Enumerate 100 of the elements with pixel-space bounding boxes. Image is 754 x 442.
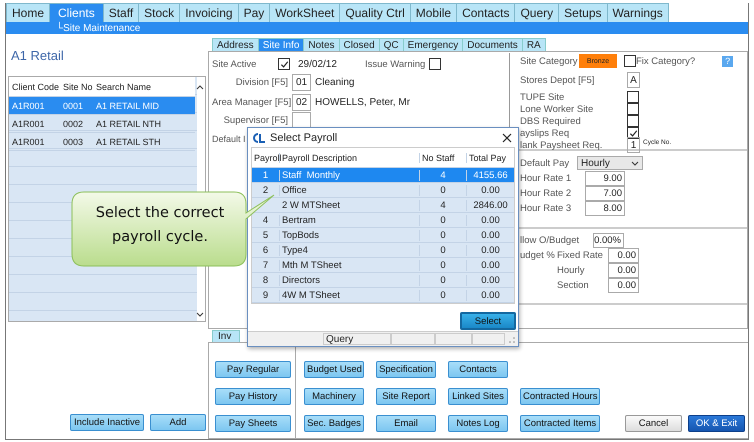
- number-field[interactable]: 0.00: [608, 263, 639, 278]
- column-header: Site No: [62, 82, 93, 92]
- button[interactable]: Email: [376, 415, 436, 432]
- button[interactable]: Contracted Items: [520, 415, 600, 432]
- column-header: Total Pay: [468, 152, 508, 162]
- number-field[interactable]: 0.00: [608, 278, 639, 293]
- button[interactable]: OK & Exit: [688, 415, 745, 432]
- button[interactable]: Pay Regular: [215, 361, 291, 378]
- field-label: Hourly: [557, 265, 586, 276]
- table-row[interactable]: 4 Bertram 0 0.00: [252, 213, 514, 228]
- button[interactable]: Budget Used: [304, 361, 364, 378]
- scroll-up-icon[interactable]: [196, 85, 204, 90]
- button[interactable]: Pay Sheets: [215, 415, 291, 432]
- menu-tab[interactable]: WorkSheet: [269, 3, 340, 22]
- button[interactable]: Select: [460, 312, 516, 330]
- button[interactable]: Contracted Hours: [520, 388, 600, 405]
- number-field[interactable]: 7.00: [585, 186, 625, 201]
- client-name: A1 Retail: [11, 48, 65, 64]
- breadcrumb: └Site Maintenance: [56, 22, 140, 34]
- field-label: Stores Depot [F5]: [520, 74, 596, 86]
- button[interactable]: Cancel: [625, 415, 682, 432]
- menu-tab[interactable]: Contacts: [456, 3, 516, 22]
- table-row[interactable]: 1 Staff Monthly 4 4155.66: [252, 168, 514, 183]
- field-label: Fixed Rate: [557, 250, 604, 261]
- checkbox[interactable]: [627, 103, 639, 115]
- field-label: Division [F5]: [234, 76, 288, 88]
- button[interactable]: Site Report: [376, 388, 436, 405]
- code-field[interactable]: 02: [292, 94, 311, 110]
- menu-tab[interactable]: Quality Ctrl: [339, 3, 411, 22]
- field-label: Lone Worker Site: [520, 104, 594, 114]
- field-label: lank Paysheet Req.: [520, 140, 604, 150]
- column-header: Search Name: [95, 82, 152, 92]
- field-label: Hour Rate 2: [520, 188, 572, 199]
- menu-tab[interactable]: Staff: [102, 3, 140, 22]
- field-label: ayslips Req: [520, 128, 570, 138]
- field-label: udget %: [520, 250, 554, 261]
- field-label: TUPE Site: [520, 92, 566, 102]
- button[interactable]: Machinery: [304, 388, 364, 405]
- chevron-icon: [631, 160, 639, 166]
- menu-tab[interactable]: Setups: [558, 3, 608, 22]
- menu-tab[interactable]: Mobile: [410, 3, 458, 22]
- tab[interactable]: Notes: [303, 38, 340, 51]
- button[interactable]: Notes Log: [448, 415, 508, 432]
- code-field[interactable]: 01: [292, 74, 311, 90]
- table-row[interactable]: 9 4W M TSheet 0 0.00: [252, 288, 514, 303]
- menu-tab[interactable]: Query: [514, 3, 560, 22]
- callout-text: Select the correct payroll cycle.: [94, 204, 226, 247]
- button[interactable]: Sec. Badges: [304, 415, 364, 432]
- number-field[interactable]: 0.00: [608, 248, 639, 263]
- depot-field[interactable]: A: [627, 72, 640, 88]
- button[interactable]: Pay History: [215, 388, 291, 405]
- resize-grip-icon: [507, 335, 515, 343]
- number-field[interactable]: 9.00: [585, 171, 625, 186]
- field-label: Fix Category?: [636, 56, 696, 66]
- list-row[interactable]: A1R001 0003 A1 RETAIL STH: [9, 133, 195, 151]
- menu-tab[interactable]: Pay: [238, 3, 270, 22]
- field-label: Supervisor [F5]: [222, 115, 288, 126]
- field-label: Hour Rate 1: [520, 173, 572, 184]
- scroll-down-icon[interactable]: [196, 312, 204, 317]
- tab[interactable]: Documents: [462, 38, 523, 51]
- tab[interactable]: QC: [378, 38, 404, 51]
- field-label: Default I: [212, 134, 246, 144]
- checkbox[interactable]: [429, 58, 442, 70]
- number-field[interactable]: 8.00: [585, 201, 625, 216]
- field-value: HOWELLS, Peter, Mr: [315, 96, 410, 108]
- table-row[interactable]: 5 TopBods 0 0.00: [252, 228, 514, 243]
- number-field[interactable]: 0.00%: [593, 233, 624, 248]
- tab[interactable]: Emergency: [402, 38, 464, 51]
- table-row[interactable]: 8 Directors 0 0.00: [252, 273, 514, 288]
- button[interactable]: Include Inactive: [70, 414, 144, 431]
- button[interactable]: Contacts: [448, 361, 508, 378]
- button[interactable]: Specification: [376, 361, 436, 378]
- menu-tab[interactable]: Invoicing: [179, 3, 239, 22]
- checkbox[interactable]: [278, 58, 290, 70]
- button[interactable]: Add: [150, 414, 206, 431]
- button[interactable]: Linked Sites: [448, 388, 508, 405]
- status-text: Query: [323, 333, 391, 345]
- date-text: 29/02/12: [298, 58, 337, 70]
- column-header: No Staff: [420, 152, 467, 162]
- checkbox[interactable]: [627, 91, 639, 103]
- tab[interactable]: Address: [212, 38, 259, 51]
- list-row[interactable]: A1R001 0002 A1 RETAIL NTH: [9, 115, 195, 133]
- field-label: Hour Rate 3: [520, 203, 572, 214]
- logo-icon: [252, 132, 266, 142]
- tab[interactable]: RA: [522, 38, 546, 51]
- tab[interactable]: Closed: [338, 38, 380, 51]
- close-icon[interactable]: [502, 132, 512, 142]
- checkbox[interactable]: [627, 115, 639, 127]
- checkbox[interactable]: [627, 127, 639, 139]
- menu-tab[interactable]: Home: [6, 3, 50, 22]
- table-row[interactable]: 7 Mth M TSheet 0 0.00: [252, 258, 514, 273]
- tab[interactable]: Inv: [212, 330, 240, 342]
- table-row[interactable]: 2 Office 0 0.00: [252, 183, 514, 198]
- menu-tab[interactable]: Stock: [138, 3, 180, 22]
- menu-tab[interactable]: Warnings: [606, 3, 669, 22]
- dropdown[interactable]: Hourly: [577, 156, 643, 170]
- checkbox[interactable]: [624, 55, 636, 67]
- table-row[interactable]: 6 Type4 0 0.00: [252, 243, 514, 258]
- cycle-field[interactable]: 1: [627, 137, 640, 153]
- column-header: Payroll: [252, 152, 280, 162]
